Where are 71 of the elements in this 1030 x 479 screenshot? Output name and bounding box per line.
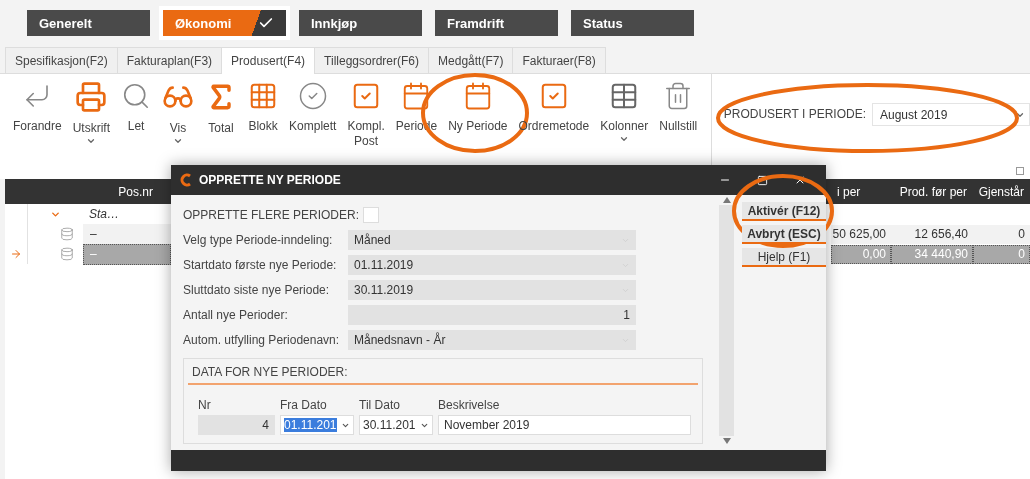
field-label: OPPRETTE FLERE PERIODER: [183,208,360,222]
toolbar-button[interactable]: Utskrift [67,81,116,146]
dialog-button[interactable]: Avbryt (ESC) [742,225,826,244]
toolbar-button[interactable]: Blokk [243,81,284,134]
field-label: Startdato første nye Periode: [183,258,338,272]
dropdown-field[interactable]: Månedsnavn - År [348,330,636,350]
toolbar-button[interactable]: Forandre [8,81,67,134]
number-field[interactable]: 1 [348,305,636,325]
column-header[interactable]: i per [831,179,891,204]
caret-icon [619,134,630,144]
table-cell: 34 440,90 [891,244,973,264]
module-button[interactable]: Innkjøp [299,10,422,36]
checkbox[interactable] [363,207,380,223]
module-button[interactable]: Framdrift [435,10,558,36]
toolbar-button[interactable]: Nullstill [654,81,703,134]
table-cell: – [83,243,171,265]
scroll-up-icon[interactable] [722,197,731,203]
coins-icon [60,227,74,241]
table-cell: 0 [973,244,1030,264]
dropdown-field[interactable]: 01.11.2019 [348,255,636,275]
dropdown-field[interactable]: 30.11.2019 [348,280,636,300]
maximize-icon [757,174,768,186]
period-label: PRODUSERT I PERIODE: [723,107,866,121]
table-cell: 50 625,00 [831,224,891,244]
logo-icon [179,173,193,187]
dialog-button[interactable]: Hjelp (F1) [742,248,826,267]
column-header[interactable]: Gjenstår [973,179,1030,204]
column-label: Til Dato [359,398,401,412]
period-dropdown[interactable]: August 2019 [872,103,1030,126]
current-row-arrow-icon [10,248,22,260]
field-label: Velg type Periode-inndeling: [183,233,334,247]
module-button[interactable]: Generelt [27,10,150,36]
tab[interactable]: Produsert(F4) [221,47,316,74]
column-label: Beskrivelse [438,398,501,412]
field-label: Antall nye Perioder: [183,308,289,322]
toolbar-button[interactable]: Vis [157,81,200,146]
section-title: DATA FOR NYE PERIODER: [188,359,698,385]
module-button[interactable]: Status [571,10,694,36]
field-label: Autom. utfylling Periodenavn: [183,333,341,347]
tab[interactable]: Spesifikasjon(F2) [5,47,118,73]
dialog-title: OPPRETTE NY PERIODE [199,173,342,187]
tab[interactable]: Fakturaer(F8) [512,47,606,73]
expand-icon[interactable] [1016,167,1024,175]
date-field[interactable]: 30.11.201 [359,415,433,435]
column-label: Fra Dato [280,398,328,412]
column-header[interactable]: Pos.nr [5,184,171,199]
group-label: Sta… [88,207,119,221]
scroll-down-icon[interactable] [722,438,731,444]
dropdown-field[interactable]: Måned [348,230,636,250]
caret-icon [173,136,184,146]
field-label: Sluttdato siste nye Periode: [183,283,331,297]
description-field[interactable]: November 2019 [438,415,691,435]
toolbar-button[interactable]: Total [200,81,243,136]
scrollbar[interactable] [719,197,734,444]
date-field[interactable]: 01.11.201 [280,415,354,435]
toolbar-button[interactable]: Komplett [284,81,342,134]
toolbar-button[interactable]: Let [116,81,157,134]
column-header[interactable]: Prod. før per [891,179,973,204]
table-cell: 0 [973,224,1030,244]
printer-icon [75,81,108,113]
coins-icon [60,247,74,261]
column-label: Nr [198,398,212,412]
caret-icon [86,136,97,146]
number-field[interactable]: 4 [198,415,275,435]
table-cell: 0,00 [831,244,891,264]
table-cell: 12 656,40 [891,224,973,244]
check-circle-icon [297,81,328,111]
toolbar-button[interactable]: Kompl. Post [342,81,390,149]
dialog-button[interactable]: Aktivér (F12) [742,202,826,221]
toolbar-button[interactable]: Kolonner [595,81,654,144]
table-cell: – [83,223,171,245]
